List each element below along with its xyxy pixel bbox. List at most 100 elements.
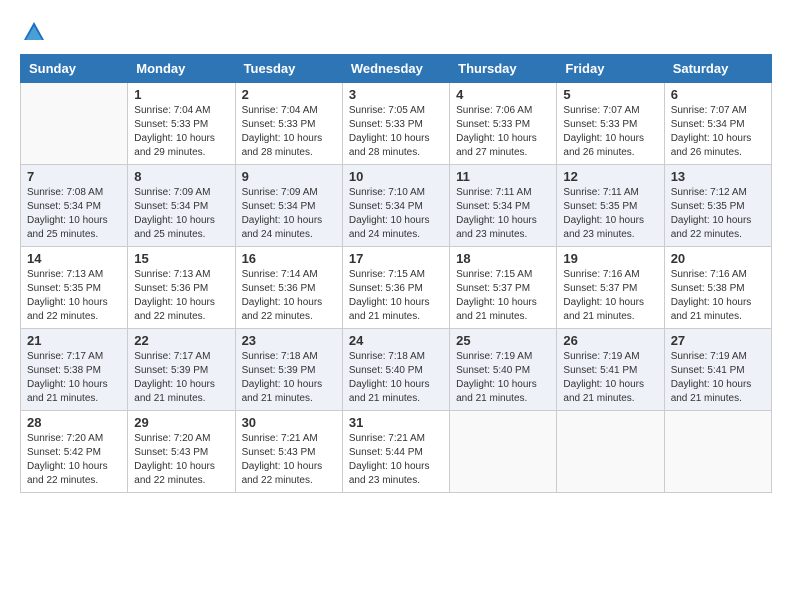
day-number: 4 xyxy=(456,87,550,102)
day-info: Sunrise: 7:20 AM Sunset: 5:43 PM Dayligh… xyxy=(134,432,228,488)
day-number: 11 xyxy=(456,169,550,184)
weekday-header-cell: Sunday xyxy=(21,55,128,83)
calendar-cell: 24 Sunrise: 7:18 AM Sunset: 5:40 PM Dayli… xyxy=(342,329,449,411)
calendar-cell: 23 Sunrise: 7:18 AM Sunset: 5:39 PM Dayli… xyxy=(235,329,342,411)
calendar-cell: 16 Sunrise: 7:14 AM Sunset: 5:36 PM Dayli… xyxy=(235,247,342,329)
calendar-cell: 26 Sunrise: 7:19 AM Sunset: 5:41 PM Dayli… xyxy=(557,329,664,411)
day-info: Sunrise: 7:15 AM Sunset: 5:37 PM Dayligh… xyxy=(456,268,550,324)
day-info: Sunrise: 7:12 AM Sunset: 5:35 PM Dayligh… xyxy=(671,186,765,242)
calendar-body: 1 Sunrise: 7:04 AM Sunset: 5:33 PM Daylig… xyxy=(21,83,772,493)
calendar-cell: 29Sunrise: 7:20 AM Sunset: 5:43 PM Dayli… xyxy=(128,411,235,493)
day-number: 3 xyxy=(349,87,443,102)
calendar-cell: 3 Sunrise: 7:05 AM Sunset: 5:33 PM Daylig… xyxy=(342,83,449,165)
day-number: 8 xyxy=(134,169,228,184)
calendar-week-row: 28 Sunrise: 7:20 AM Sunset: 5:42 PM Dayli… xyxy=(21,411,772,493)
calendar-cell: 15 Sunrise: 7:13 AM Sunset: 5:36 PM Dayli… xyxy=(128,247,235,329)
calendar-cell: 19 Sunrise: 7:16 AM Sunset: 5:37 PM Dayli… xyxy=(557,247,664,329)
calendar-cell: 25 Sunrise: 7:19 AM Sunset: 5:40 PM Dayli… xyxy=(450,329,557,411)
calendar-cell: 10 Sunrise: 7:10 AM Sunset: 5:34 PM Dayli… xyxy=(342,165,449,247)
calendar-cell: 7 Sunrise: 7:08 AM Sunset: 5:34 PM Daylig… xyxy=(21,165,128,247)
logo xyxy=(20,20,46,44)
calendar-cell xyxy=(557,411,664,493)
calendar-cell: 4 Sunrise: 7:06 AM Sunset: 5:33 PM Daylig… xyxy=(450,83,557,165)
calendar-week-row: 14Sunrise: 7:13 AM Sunset: 5:35 PM Dayli… xyxy=(21,247,772,329)
day-number: 5 xyxy=(563,87,657,102)
day-number: 15 xyxy=(134,251,228,266)
day-number: 2 xyxy=(242,87,336,102)
day-number: 22 xyxy=(134,333,228,348)
day-info: Sunrise: 7:09 AM Sunset: 5:34 PM Dayligh… xyxy=(134,186,228,242)
logo-icon xyxy=(22,20,46,44)
day-number: 23 xyxy=(242,333,336,348)
day-number: 31 xyxy=(349,415,443,430)
day-info: Sunrise: 7:06 AM Sunset: 5:33 PM Dayligh… xyxy=(456,104,550,160)
calendar-cell: 1 Sunrise: 7:04 AM Sunset: 5:33 PM Daylig… xyxy=(128,83,235,165)
day-number: 13 xyxy=(671,169,765,184)
calendar-cell: 2Sunrise: 7:04 AM Sunset: 5:33 PM Daylig… xyxy=(235,83,342,165)
weekday-header-cell: Friday xyxy=(557,55,664,83)
calendar-cell: 12 Sunrise: 7:11 AM Sunset: 5:35 PM Dayli… xyxy=(557,165,664,247)
day-number: 28 xyxy=(27,415,121,430)
calendar-cell: 30Sunrise: 7:21 AM Sunset: 5:43 PM Dayli… xyxy=(235,411,342,493)
day-info: Sunrise: 7:14 AM Sunset: 5:36 PM Dayligh… xyxy=(242,268,336,324)
day-info: Sunrise: 7:04 AM Sunset: 5:33 PM Dayligh… xyxy=(134,104,228,160)
day-number: 20 xyxy=(671,251,765,266)
calendar-week-row: 21Sunrise: 7:17 AM Sunset: 5:38 PM Dayli… xyxy=(21,329,772,411)
day-info: Sunrise: 7:19 AM Sunset: 5:40 PM Dayligh… xyxy=(456,350,550,406)
page-header xyxy=(20,20,772,44)
day-number: 26 xyxy=(563,333,657,348)
day-info: Sunrise: 7:11 AM Sunset: 5:35 PM Dayligh… xyxy=(563,186,657,242)
day-number: 9 xyxy=(242,169,336,184)
day-info: Sunrise: 7:20 AM Sunset: 5:42 PM Dayligh… xyxy=(27,432,121,488)
calendar-cell: 17Sunrise: 7:15 AM Sunset: 5:36 PM Dayli… xyxy=(342,247,449,329)
calendar-cell xyxy=(21,83,128,165)
day-info: Sunrise: 7:19 AM Sunset: 5:41 PM Dayligh… xyxy=(563,350,657,406)
weekday-header-row: SundayMondayTuesdayWednesdayThursdayFrid… xyxy=(21,55,772,83)
calendar-cell xyxy=(450,411,557,493)
day-number: 12 xyxy=(563,169,657,184)
day-number: 16 xyxy=(242,251,336,266)
calendar-cell: 21Sunrise: 7:17 AM Sunset: 5:38 PM Dayli… xyxy=(21,329,128,411)
calendar-cell: 6 Sunrise: 7:07 AM Sunset: 5:34 PM Daylig… xyxy=(664,83,771,165)
day-info: Sunrise: 7:10 AM Sunset: 5:34 PM Dayligh… xyxy=(349,186,443,242)
calendar-cell: 22 Sunrise: 7:17 AM Sunset: 5:39 PM Dayli… xyxy=(128,329,235,411)
calendar-cell xyxy=(664,411,771,493)
day-info: Sunrise: 7:09 AM Sunset: 5:34 PM Dayligh… xyxy=(242,186,336,242)
day-info: Sunrise: 7:13 AM Sunset: 5:35 PM Dayligh… xyxy=(27,268,121,324)
day-number: 19 xyxy=(563,251,657,266)
calendar-week-row: 1 Sunrise: 7:04 AM Sunset: 5:33 PM Daylig… xyxy=(21,83,772,165)
day-number: 18 xyxy=(456,251,550,266)
calendar-cell: 20Sunrise: 7:16 AM Sunset: 5:38 PM Dayli… xyxy=(664,247,771,329)
day-number: 27 xyxy=(671,333,765,348)
day-info: Sunrise: 7:13 AM Sunset: 5:36 PM Dayligh… xyxy=(134,268,228,324)
day-number: 30 xyxy=(242,415,336,430)
day-info: Sunrise: 7:17 AM Sunset: 5:38 PM Dayligh… xyxy=(27,350,121,406)
calendar-week-row: 7 Sunrise: 7:08 AM Sunset: 5:34 PM Daylig… xyxy=(21,165,772,247)
calendar-cell: 28 Sunrise: 7:20 AM Sunset: 5:42 PM Dayli… xyxy=(21,411,128,493)
day-number: 10 xyxy=(349,169,443,184)
day-number: 1 xyxy=(134,87,228,102)
calendar-cell: 8 Sunrise: 7:09 AM Sunset: 5:34 PM Daylig… xyxy=(128,165,235,247)
calendar-table: SundayMondayTuesdayWednesdayThursdayFrid… xyxy=(20,54,772,493)
day-number: 6 xyxy=(671,87,765,102)
day-info: Sunrise: 7:08 AM Sunset: 5:34 PM Dayligh… xyxy=(27,186,121,242)
day-info: Sunrise: 7:07 AM Sunset: 5:34 PM Dayligh… xyxy=(671,104,765,160)
calendar-cell: 11Sunrise: 7:11 AM Sunset: 5:34 PM Dayli… xyxy=(450,165,557,247)
day-number: 25 xyxy=(456,333,550,348)
weekday-header-cell: Monday xyxy=(128,55,235,83)
day-info: Sunrise: 7:07 AM Sunset: 5:33 PM Dayligh… xyxy=(563,104,657,160)
day-info: Sunrise: 7:21 AM Sunset: 5:44 PM Dayligh… xyxy=(349,432,443,488)
calendar-cell: 13 Sunrise: 7:12 AM Sunset: 5:35 PM Dayli… xyxy=(664,165,771,247)
day-number: 24 xyxy=(349,333,443,348)
day-info: Sunrise: 7:18 AM Sunset: 5:40 PM Dayligh… xyxy=(349,350,443,406)
day-number: 7 xyxy=(27,169,121,184)
day-info: Sunrise: 7:18 AM Sunset: 5:39 PM Dayligh… xyxy=(242,350,336,406)
calendar-cell: 31 Sunrise: 7:21 AM Sunset: 5:44 PM Dayli… xyxy=(342,411,449,493)
day-info: Sunrise: 7:19 AM Sunset: 5:41 PM Dayligh… xyxy=(671,350,765,406)
calendar-cell: 27 Sunrise: 7:19 AM Sunset: 5:41 PM Dayli… xyxy=(664,329,771,411)
day-info: Sunrise: 7:16 AM Sunset: 5:37 PM Dayligh… xyxy=(563,268,657,324)
day-info: Sunrise: 7:05 AM Sunset: 5:33 PM Dayligh… xyxy=(349,104,443,160)
weekday-header-cell: Wednesday xyxy=(342,55,449,83)
weekday-header-cell: Saturday xyxy=(664,55,771,83)
day-info: Sunrise: 7:17 AM Sunset: 5:39 PM Dayligh… xyxy=(134,350,228,406)
